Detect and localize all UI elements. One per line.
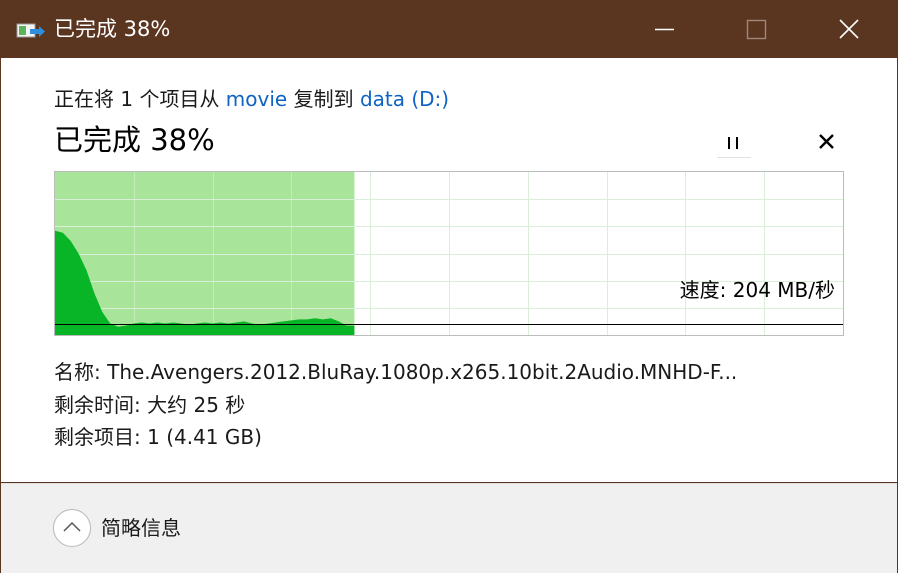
progress-percent-heading: 已完成 38% (54, 123, 215, 157)
copy-description: 正在将 1 个项目从 movie 复制到 data (D:) (54, 84, 449, 114)
minimize-icon (655, 28, 674, 31)
items-remaining-row: 剩余项目: 1 (4.41 GB) (54, 422, 262, 452)
speed-label: 速度: 204 MB/秒 (679, 278, 835, 302)
time-remaining-label: 剩余时间: (54, 393, 141, 417)
maximize-button[interactable] (710, 0, 802, 58)
pause-icon (728, 137, 738, 149)
copy-progress-window: 已完成 38% 正在将 1 个项目从 movie 复制到 data (D:) 已… (0, 0, 898, 573)
items-remaining-value: 1 (4.41 GB) (147, 425, 262, 449)
window-title: 已完成 38% (54, 17, 171, 41)
file-name-value: The.Avengers.2012.BluRay.1080p.x265.10bi… (107, 360, 738, 384)
file-name-label: 名称: (54, 360, 101, 384)
chevron-up-button[interactable] (53, 509, 91, 547)
content-area: 正在将 1 个项目从 movie 复制到 data (D:) 已完成 38% 速… (1, 58, 897, 482)
copy-prefix-text: 正在将 1 个项目从 (54, 87, 226, 111)
title-bar[interactable]: 已完成 38% (0, 0, 898, 58)
maximize-icon (746, 19, 767, 40)
fewer-details-label: 简略信息 (101, 516, 181, 540)
speed-graph-svg (55, 172, 843, 335)
cancel-button[interactable] (811, 130, 841, 160)
speed-graph: 速度: 204 MB/秒 (54, 171, 844, 336)
chevron-up-icon (63, 521, 81, 532)
footer-bar: 简略信息 (1, 483, 897, 573)
time-remaining-value: 大约 25 秒 (147, 393, 246, 417)
fewer-details-toggle[interactable]: 简略信息 (53, 509, 223, 549)
cancel-icon (819, 134, 834, 149)
close-button[interactable] (803, 0, 895, 58)
items-remaining-label: 剩余项目: (54, 425, 141, 449)
minimize-button[interactable] (618, 0, 710, 58)
close-icon (839, 19, 859, 39)
file-name-row: 名称: The.Avengers.2012.BluRay.1080p.x265.… (54, 357, 844, 387)
copy-middle-text: 复制到 (287, 87, 360, 111)
pause-button[interactable] (717, 129, 751, 158)
file-copy-icon (16, 21, 46, 41)
source-folder-link[interactable]: movie (226, 87, 287, 111)
destination-drive-link[interactable]: data (D:) (360, 87, 449, 111)
time-remaining-row: 剩余时间: 大约 25 秒 (54, 390, 245, 420)
